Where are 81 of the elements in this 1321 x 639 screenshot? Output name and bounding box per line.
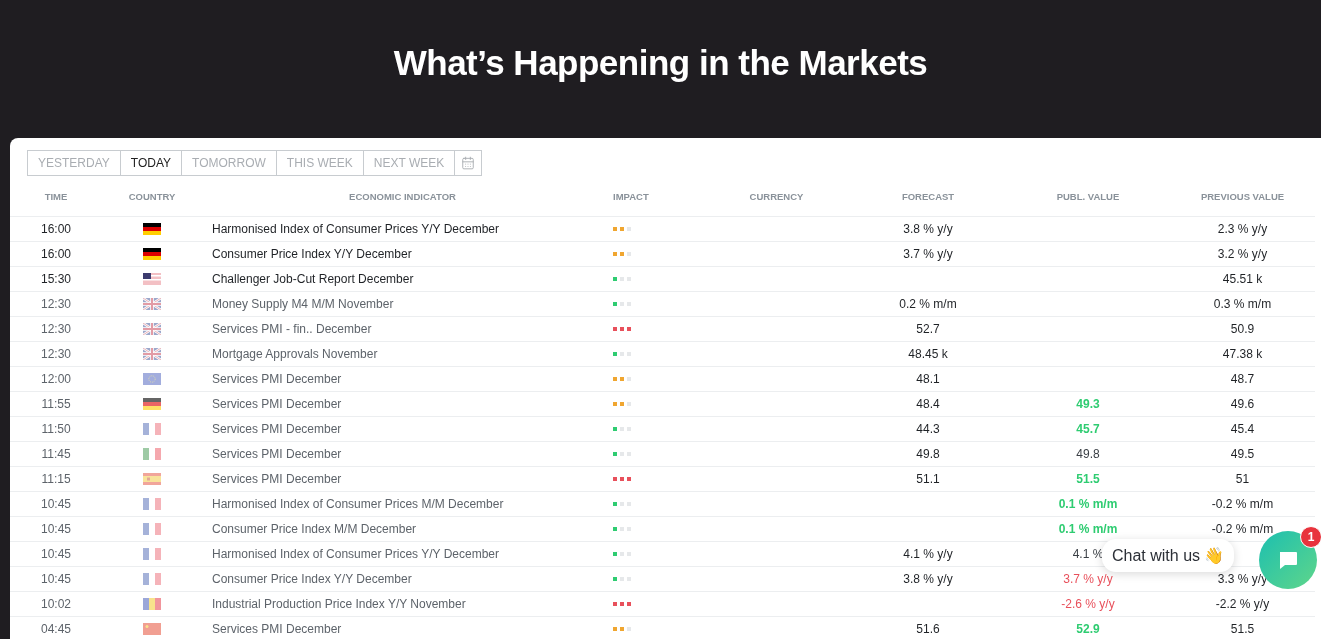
forecast-cell: 3.7 % y/y bbox=[903, 247, 953, 261]
forecast-cell: 0.2 % m/m bbox=[899, 297, 957, 311]
time-cell: 11:50 bbox=[41, 422, 71, 436]
previous-cell: 50.9 bbox=[1230, 322, 1255, 336]
column-header: FORECAST bbox=[900, 190, 956, 202]
time-cell: 11:55 bbox=[41, 397, 71, 411]
published-value: 45.7 bbox=[1076, 422, 1100, 436]
indicator-cell: Services PMI December bbox=[212, 397, 342, 411]
forecast-cell: 3.8 % y/y bbox=[903, 572, 953, 586]
forecast-cell: 52.7 bbox=[916, 322, 940, 336]
indicator-cell: Consumer Price Index M/M December bbox=[212, 522, 417, 536]
forecast-cell: 48.4 bbox=[916, 397, 940, 411]
forecast-cell: 48.1 bbox=[916, 372, 940, 386]
column-header: CURRENCY bbox=[748, 190, 805, 202]
forecast-cell: 51.6 bbox=[916, 622, 940, 636]
indicator-cell: Harmonised Index of Consumer Prices Y/Y December bbox=[212, 547, 499, 561]
indicator-cell: Services PMI December bbox=[212, 422, 342, 436]
indicator-cell: Consumer Price Index Y/Y December bbox=[212, 572, 412, 586]
column-header: ECONOMIC INDICATOR bbox=[348, 190, 457, 202]
previous-cell: 49.5 bbox=[1230, 447, 1255, 461]
forecast-cell: 48.45 k bbox=[908, 347, 948, 361]
indicator-cell: Consumer Price Index Y/Y December bbox=[212, 247, 412, 261]
indicator-cell: Mortgage Approvals November bbox=[212, 347, 378, 361]
previous-cell: 0.3 % m/m bbox=[1213, 297, 1272, 311]
time-cell: 10:45 bbox=[41, 522, 71, 536]
published-value: 51.5 bbox=[1076, 472, 1100, 486]
forecast-cell: 51.1 bbox=[916, 472, 940, 486]
forecast-cell: 44.3 bbox=[916, 422, 940, 436]
time-cell: 10:02 bbox=[41, 597, 71, 611]
time-cell: 11:45 bbox=[41, 447, 71, 461]
published-value: 3.7 % y/y bbox=[1063, 572, 1113, 586]
time-cell: 16:00 bbox=[41, 247, 71, 261]
time-cell: 15:30 bbox=[41, 272, 71, 286]
indicator-cell: Challenger Job-Cut Report December bbox=[212, 272, 414, 286]
previous-cell: 49.6 bbox=[1230, 397, 1255, 411]
previous-cell: -0.2 % m/m bbox=[1211, 497, 1274, 511]
previous-cell: -0.2 % m/m bbox=[1211, 522, 1274, 536]
published-value: 0.1 % m/m bbox=[1058, 522, 1118, 536]
time-cell: 12:30 bbox=[41, 347, 71, 361]
indicator-cell: Services PMI December bbox=[212, 472, 342, 486]
published-value: 49.3 bbox=[1076, 397, 1100, 411]
indicator-cell: Harmonised Index of Consumer Prices Y/Y December bbox=[212, 222, 499, 236]
time-cell: 10:45 bbox=[41, 547, 71, 561]
previous-cell: 2.3 % y/y bbox=[1217, 222, 1268, 236]
previous-cell: 48.7 bbox=[1230, 372, 1255, 386]
previous-cell: -2.2 % y/y bbox=[1215, 597, 1270, 611]
forecast-cell: 3.8 % y/y bbox=[903, 222, 953, 236]
column-header: PREVIOUS VALUE bbox=[1199, 190, 1286, 202]
time-cell: 16:00 bbox=[41, 222, 71, 236]
indicator-cell: Services PMI - fin.. December bbox=[212, 322, 372, 336]
page-title: What’s Happening in the Markets bbox=[392, 42, 929, 84]
column-header: TIME bbox=[43, 190, 69, 202]
time-cell: 10:45 bbox=[41, 497, 71, 511]
indicator-cell: Services PMI December bbox=[212, 372, 342, 386]
previous-cell: 45.4 bbox=[1230, 422, 1255, 436]
column-header: IMPACT bbox=[612, 190, 650, 202]
forecast-cell: 4.1 % y/y bbox=[903, 547, 953, 561]
previous-cell: 45.51 k bbox=[1222, 272, 1263, 286]
forecast-cell: 49.8 bbox=[916, 447, 940, 461]
published-value: 52.9 bbox=[1076, 622, 1100, 636]
time-cell: 04:45 bbox=[41, 622, 71, 636]
column-header: PUBL. VALUE bbox=[1055, 190, 1121, 202]
column-header: COUNTRY bbox=[127, 190, 177, 202]
previous-cell: 47.38 k bbox=[1222, 347, 1263, 361]
published-value: -2.6 % y/y bbox=[1061, 597, 1115, 611]
published-value: 0.1 % m/m bbox=[1058, 497, 1118, 511]
time-cell: 12:30 bbox=[41, 297, 71, 311]
indicator-cell: Industrial Production Price Index Y/Y November bbox=[212, 597, 466, 611]
time-cell: 11:15 bbox=[41, 472, 71, 486]
time-cell: 12:00 bbox=[41, 372, 71, 386]
previous-cell: 51.5 bbox=[1230, 622, 1255, 636]
indicator-cell: Services PMI December bbox=[212, 622, 342, 636]
indicator-cell: Money Supply M4 M/M November bbox=[212, 297, 394, 311]
time-cell: 12:30 bbox=[41, 322, 71, 336]
published-value: 49.8 bbox=[1076, 447, 1100, 461]
previous-cell: 3.2 % y/y bbox=[1217, 247, 1268, 261]
indicator-cell: Services PMI December bbox=[212, 447, 342, 461]
time-cell: 10:45 bbox=[41, 572, 71, 586]
indicator-cell: Harmonised Index of Consumer Prices M/M December bbox=[212, 497, 504, 511]
previous-cell: 3.3 % y/y bbox=[1217, 572, 1268, 586]
previous-cell: 51 bbox=[1235, 472, 1250, 486]
